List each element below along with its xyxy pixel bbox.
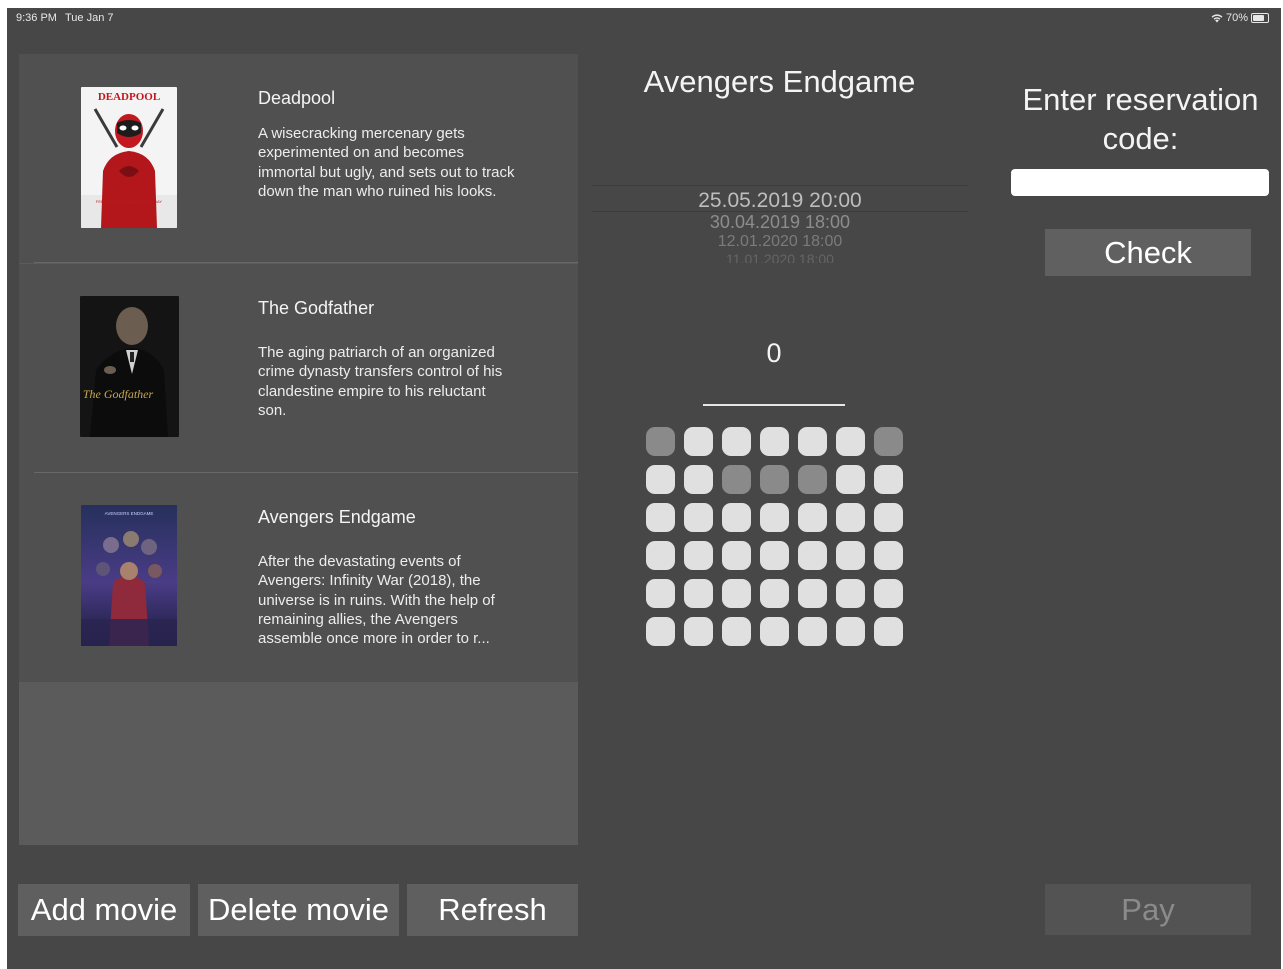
deadpool-poster-wordmark: DEADPOOL <box>98 91 160 103</box>
seat-available[interactable] <box>874 465 903 494</box>
seat-available[interactable] <box>646 579 675 608</box>
movie-title: Deadpool <box>258 88 336 108</box>
status-time: 9:36 PM <box>16 12 57 24</box>
status-left: 9:36 PM Tue Jan 7 <box>16 12 113 24</box>
seat-available[interactable] <box>836 579 865 608</box>
avengers-poster-wordmark: AVENGERS ENDGAME <box>105 511 154 516</box>
showtime-option[interactable]: 11.01.2020 18:00 <box>592 251 968 263</box>
status-bar: 9:36 PM Tue Jan 7 70% <box>7 8 1281 30</box>
delete-movie-button[interactable]: Delete movie <box>198 884 399 936</box>
seat-taken[interactable] <box>798 465 827 494</box>
seat-taken[interactable] <box>722 465 751 494</box>
seat-available[interactable] <box>722 503 751 532</box>
status-date: Tue Jan 7 <box>64 12 114 24</box>
reservation-code-input[interactable] <box>1011 169 1269 196</box>
seat-available[interactable] <box>798 427 827 456</box>
showtime-option[interactable]: 30.04.2019 18:00 <box>592 212 968 233</box>
movie-title: The Godfather <box>258 298 375 318</box>
add-movie-button[interactable]: Add movie <box>18 884 190 936</box>
seat-count-underline <box>703 404 845 406</box>
movie-row-avengers-endgame[interactable]: AVENGERS ENDGAME Avengers Endgame After … <box>19 473 578 682</box>
seat-available[interactable] <box>722 541 751 570</box>
selected-seat-count: 0 <box>766 338 782 368</box>
seat-available[interactable] <box>684 503 713 532</box>
movie-row-godfather[interactable]: The Godfather The Godfather The aging pa… <box>19 264 578 473</box>
seat-available[interactable] <box>722 427 751 456</box>
seat-available[interactable] <box>836 617 865 646</box>
wifi-icon <box>1211 14 1223 23</box>
seat-taken[interactable] <box>760 465 789 494</box>
movie-description: The aging patriarch of an organized crim… <box>258 344 503 419</box>
seat-available[interactable] <box>646 465 675 494</box>
seat-available[interactable] <box>874 617 903 646</box>
deadpool-poster-image: DEADPOOL FEEL THE LOVE VALENTINE'S DAY <box>81 87 177 228</box>
picker-selection-top-line <box>592 185 968 186</box>
seat-available[interactable] <box>798 579 827 608</box>
avengers-poster-image: AVENGERS ENDGAME <box>81 505 177 646</box>
check-button[interactable]: Check <box>1045 229 1251 276</box>
showtime-option-selected[interactable]: 25.05.2019 20:00 <box>592 189 968 213</box>
seat-available[interactable] <box>760 579 789 608</box>
godfather-poster-wordmark: The Godfather <box>83 387 154 401</box>
seat-available[interactable] <box>836 541 865 570</box>
battery-percent: 70% <box>1225 12 1248 24</box>
seat-available[interactable] <box>646 617 675 646</box>
selected-movie-title: Avengers Endgame <box>643 64 916 99</box>
seat-available[interactable] <box>836 427 865 456</box>
seat-available[interactable] <box>798 617 827 646</box>
seat-available[interactable] <box>722 579 751 608</box>
seat-available[interactable] <box>874 579 903 608</box>
app-screen: 9:36 PM Tue Jan 7 70% DEADPOOL FEEL THE … <box>7 8 1281 969</box>
seat-available[interactable] <box>722 617 751 646</box>
seat-available[interactable] <box>684 579 713 608</box>
seat-available[interactable] <box>684 427 713 456</box>
seat-available[interactable] <box>874 503 903 532</box>
seat-available[interactable] <box>646 503 675 532</box>
showtime-option[interactable]: 12.01.2020 18:00 <box>592 233 968 251</box>
seat-available[interactable] <box>798 503 827 532</box>
seat-available[interactable] <box>760 427 789 456</box>
seat-available[interactable] <box>684 541 713 570</box>
seat-available[interactable] <box>874 541 903 570</box>
seat-taken[interactable] <box>874 427 903 456</box>
seat-available[interactable] <box>760 503 789 532</box>
movie-description: After the devastating events of Avengers… <box>258 553 495 648</box>
seat-available[interactable] <box>798 541 827 570</box>
seat-available[interactable] <box>760 541 789 570</box>
seat-taken[interactable] <box>646 427 675 456</box>
seat-available[interactable] <box>760 617 789 646</box>
battery-fill <box>1253 15 1265 21</box>
seat-available[interactable] <box>684 465 713 494</box>
seat-available[interactable] <box>836 503 865 532</box>
deadpool-poster-tagline: FEEL THE LOVE VALENTINE'S DAY <box>96 199 163 204</box>
status-right: 70% <box>1211 12 1269 24</box>
seat-available[interactable] <box>836 465 865 494</box>
seat-available[interactable] <box>646 541 675 570</box>
movie-title: Avengers Endgame <box>258 507 416 527</box>
seat-available[interactable] <box>684 617 713 646</box>
row-divider <box>34 262 578 263</box>
pay-button[interactable]: Pay <box>1045 884 1251 935</box>
showtime-picker[interactable]: 25.05.2019 20:00 30.04.2019 18:00 12.01.… <box>592 183 968 263</box>
movie-description: A wisecracking mercenary gets experiment… <box>258 125 515 200</box>
godfather-poster-image: The Godfather <box>80 296 179 437</box>
reservation-code-label: Enter reservation code: <box>1022 82 1259 156</box>
movie-list[interactable]: DEADPOOL FEEL THE LOVE VALENTINE'S DAY D… <box>19 54 578 845</box>
seat-grid <box>646 427 903 646</box>
battery-icon <box>1251 13 1269 23</box>
refresh-button[interactable]: Refresh <box>407 884 578 936</box>
movie-row-deadpool[interactable]: DEADPOOL FEEL THE LOVE VALENTINE'S DAY D… <box>19 54 578 263</box>
